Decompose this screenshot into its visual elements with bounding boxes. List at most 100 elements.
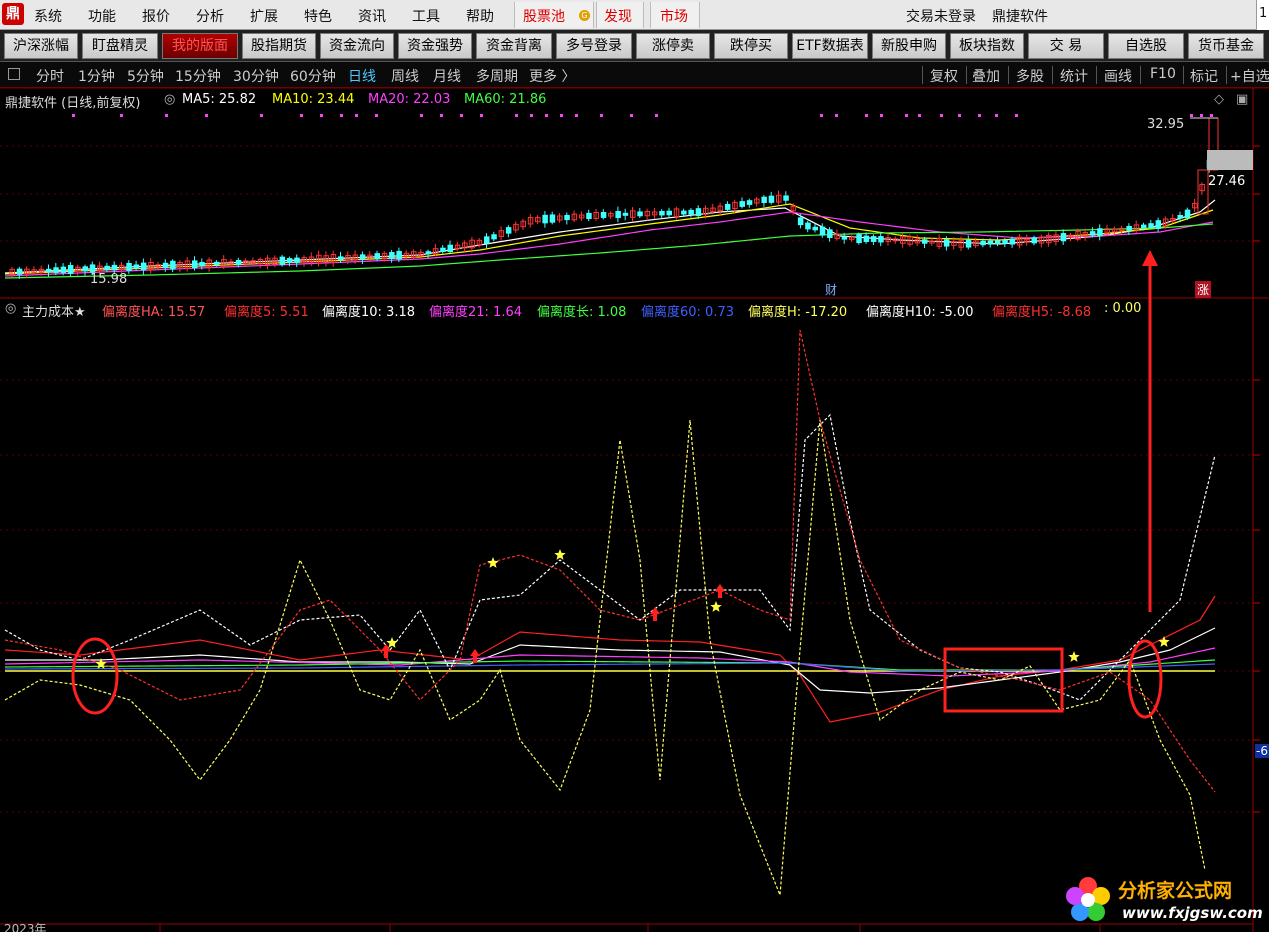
candle-body	[111, 264, 118, 271]
candle-body	[980, 240, 986, 246]
candle-body	[870, 236, 877, 242]
axis-right-label: -6	[1255, 744, 1269, 758]
signal-star-icon	[1068, 651, 1080, 662]
signal-dot	[1210, 114, 1213, 117]
signal-star-icon	[710, 601, 722, 612]
signal-dot	[340, 114, 343, 117]
candle-body	[133, 264, 140, 269]
candle-body	[60, 266, 67, 273]
candle-body	[761, 196, 767, 203]
bottom-year-label: 2023年	[4, 922, 47, 932]
candle-body	[389, 252, 395, 259]
candle-body	[162, 262, 169, 269]
candle-body	[505, 227, 512, 234]
candle-body	[491, 234, 497, 240]
candle-body	[724, 203, 731, 210]
legend-ma60: MA60: 21.86	[464, 92, 547, 107]
signal-star-icon	[554, 549, 566, 560]
candle-body	[783, 195, 789, 201]
candle-body	[812, 226, 818, 231]
signal-dot	[480, 114, 483, 117]
signal-dot	[260, 114, 263, 117]
rise-event-mark[interactable]: 涨	[1195, 281, 1212, 298]
indicator-legend-toggle-icon[interactable]: ◎	[5, 301, 16, 316]
main-chart-title: 鼎捷软件 (日线,前复权)	[5, 96, 141, 111]
candle-body	[1002, 239, 1008, 244]
signal-dot	[460, 114, 463, 117]
indicator-item-ha: 偏离度HA: 15.57	[102, 305, 206, 320]
candle-body	[600, 211, 607, 218]
candle-body	[1089, 231, 1096, 236]
signal-dot	[865, 114, 868, 117]
candle-body	[564, 214, 570, 221]
legend-ma20: MA20: 22.03	[368, 92, 451, 107]
candle-body	[768, 195, 775, 203]
diamond-icon[interactable]: ◇	[1214, 92, 1224, 107]
candle-body	[1126, 225, 1132, 231]
signal-dot	[958, 114, 961, 117]
candle-body	[67, 265, 74, 274]
candle-body	[797, 217, 804, 226]
chart-canvas[interactable]	[0, 0, 1269, 932]
indicator-item-zero: : 0.00	[1104, 301, 1142, 316]
deviation-h10-line	[4, 413, 1216, 701]
annotation-ellipse-left	[71, 637, 119, 715]
candle-body	[199, 262, 205, 266]
candle-body	[192, 260, 198, 269]
signal-dot	[72, 114, 75, 117]
signal-dot	[940, 114, 943, 117]
signal-star-icon	[1158, 636, 1170, 647]
candle-body	[286, 258, 293, 263]
indicator-item-h5: 偏离度H5: -8.68	[992, 305, 1092, 320]
signal-dot	[320, 114, 323, 117]
ma60-line	[4, 223, 1214, 279]
signal-dot	[820, 114, 823, 117]
deviation-h5-line	[4, 329, 1216, 793]
price-high-label: 32.95	[1147, 117, 1185, 132]
main-legend-toggle-icon[interactable]: ◎	[164, 92, 175, 107]
finance-event-mark[interactable]: 财	[825, 281, 837, 298]
signal-dot	[560, 114, 563, 117]
candle-body	[827, 229, 833, 239]
candle-body	[425, 251, 432, 255]
candle-body	[1148, 223, 1154, 228]
watermark-url: www.fxjgsw.com	[1122, 904, 1263, 922]
candle-body	[695, 208, 702, 217]
candle-body	[484, 236, 490, 244]
signal-dot	[655, 114, 658, 117]
legend-ma10: MA10: 23.44	[272, 92, 355, 107]
signal-dot	[300, 114, 303, 117]
indicator-item-h10: 偏离度H10: -5.00	[866, 305, 974, 320]
window-restore-icon[interactable]: ▣	[1236, 92, 1248, 107]
candle-body	[1141, 224, 1147, 229]
buy-arrow-icon	[715, 584, 725, 598]
buy-arrow-icon	[650, 607, 660, 621]
candle-body	[549, 214, 556, 223]
flower-logo-icon	[1066, 877, 1110, 921]
candle-body	[805, 222, 811, 230]
candle-body	[235, 259, 242, 266]
candle-body	[965, 239, 972, 248]
signal-dot	[355, 114, 358, 117]
indicator-item-long: 偏离度长: 1.08	[537, 305, 627, 320]
candle-body	[1031, 237, 1037, 244]
signal-dot	[165, 114, 168, 117]
candle-body	[294, 257, 300, 263]
annotation-arrow-head	[1142, 250, 1158, 266]
indicator-item-21: 偏离度21: 1.64	[429, 305, 522, 320]
candle-body	[1009, 238, 1016, 245]
candle-body	[374, 253, 380, 260]
candle-body	[681, 210, 687, 215]
indicator-name: 主力成本★	[22, 305, 86, 320]
candle-body	[739, 201, 745, 207]
candle-body	[666, 210, 672, 216]
candle-body	[856, 234, 862, 244]
candle-body	[126, 262, 132, 272]
candle-body	[82, 266, 88, 272]
candle-body	[995, 240, 1001, 245]
watermark-title: 分析家公式网	[1118, 880, 1233, 902]
candle-body	[622, 212, 629, 216]
signal-dot	[835, 114, 838, 117]
candle-body	[359, 254, 366, 260]
candle-body	[1155, 220, 1162, 229]
